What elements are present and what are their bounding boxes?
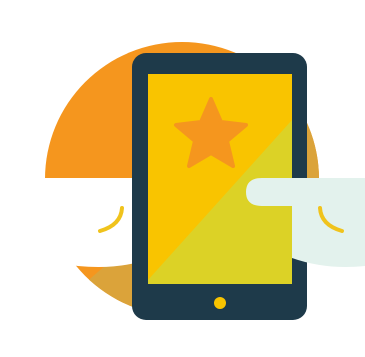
home-button-icon (214, 297, 226, 309)
illustration (0, 0, 365, 357)
tablet-star-illustration (42, 42, 365, 320)
